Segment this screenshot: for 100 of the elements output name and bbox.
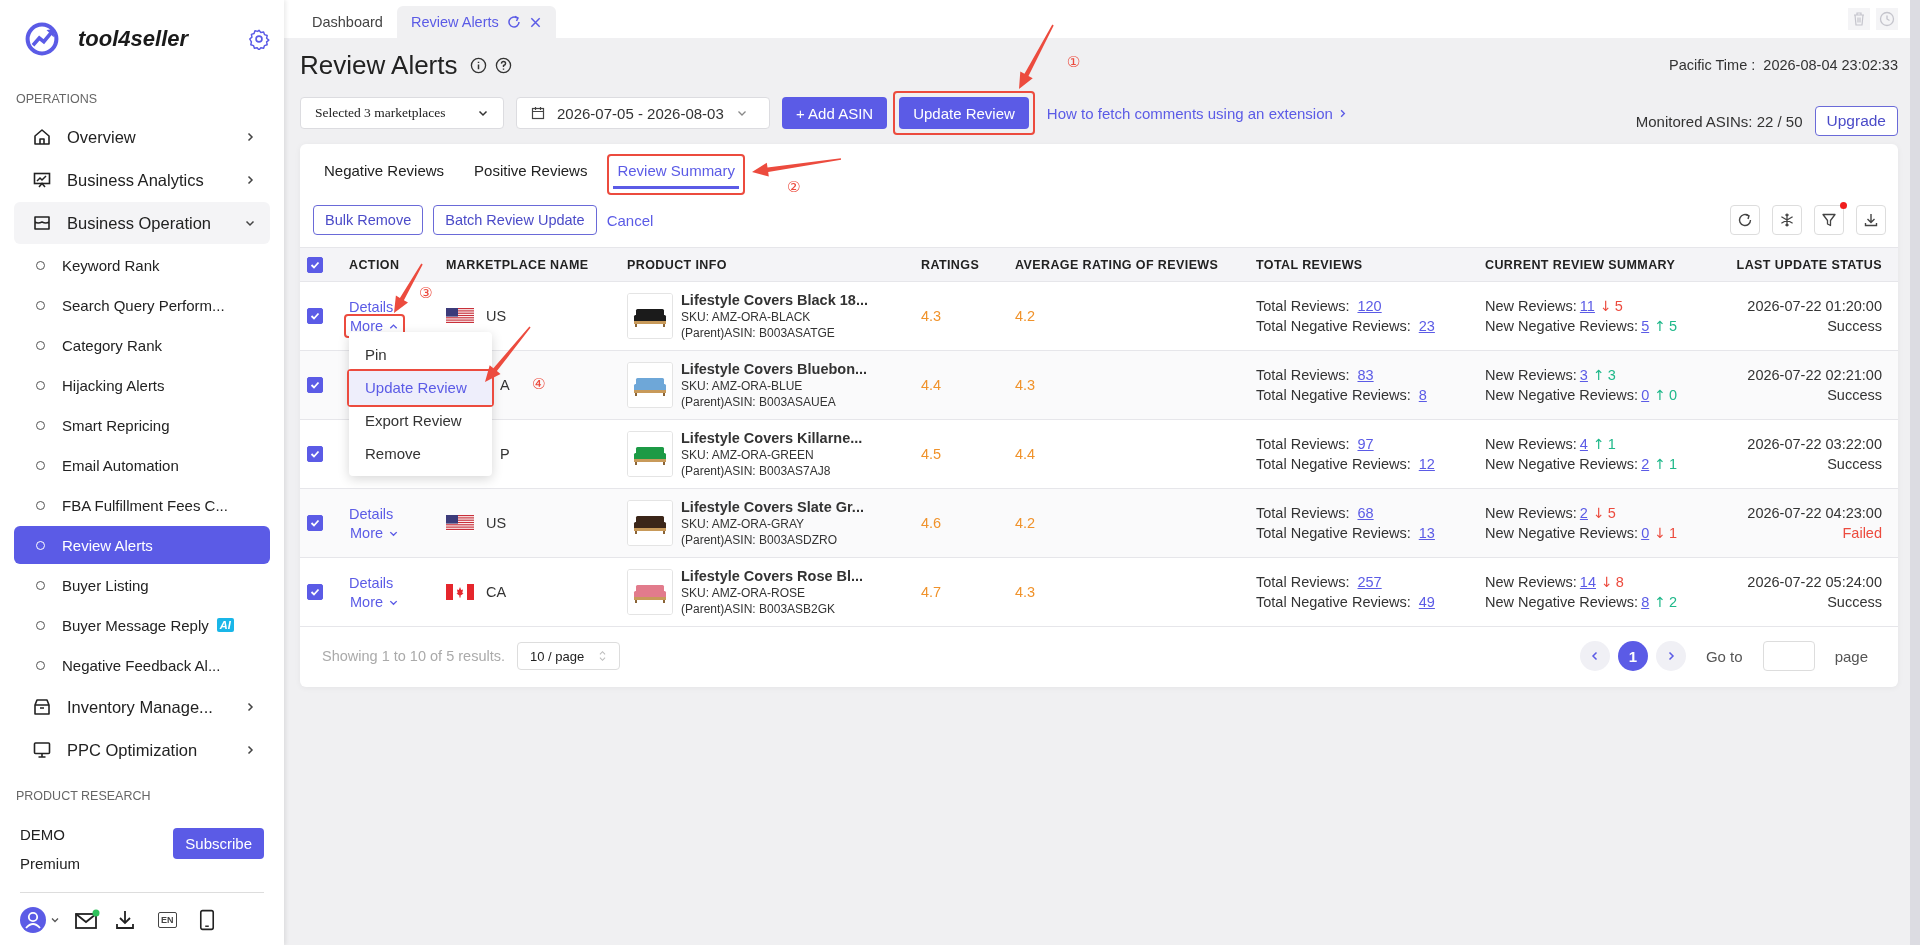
- nav-group[interactable]: Overview: [14, 116, 270, 158]
- column-header: AVERAGE RATING OF REVIEWS: [1015, 256, 1220, 274]
- bulk-action-button[interactable]: Bulk Remove: [313, 205, 424, 235]
- metric-link[interactable]: 13: [1418, 524, 1435, 542]
- update-time: 2026-07-22 03:22:00: [1747, 435, 1882, 453]
- menu-item[interactable]: Remove: [349, 436, 492, 471]
- subscribe-button[interactable]: Subscribe: [173, 828, 264, 859]
- select-all-checkbox[interactable]: [307, 256, 323, 273]
- product-name: Lifestyle Covers Bluebon...: [681, 360, 868, 377]
- mail-icon[interactable]: [74, 909, 100, 931]
- avatar-icon[interactable]: [20, 907, 46, 933]
- metric-label: Total Reviews:: [1256, 297, 1350, 315]
- nav-group[interactable]: Business Operation: [14, 202, 270, 244]
- marketplace-code: US: [486, 515, 507, 531]
- menu-item[interactable]: Export Review: [349, 403, 492, 438]
- phone-icon[interactable]: [198, 908, 215, 932]
- metric-link[interactable]: 8: [1418, 386, 1427, 404]
- metric-link[interactable]: 2: [1579, 504, 1588, 522]
- more-dropdown[interactable]: More: [350, 525, 400, 541]
- metric-link[interactable]: 257: [1357, 573, 1382, 591]
- more-dropdown[interactable]: More: [350, 318, 400, 334]
- nav-item[interactable]: Search Query Perform...: [14, 286, 270, 324]
- details-link[interactable]: Details: [349, 506, 394, 522]
- metric-link[interactable]: 14: [1579, 573, 1596, 591]
- details-link[interactable]: Details: [349, 575, 394, 591]
- upgrade-button[interactable]: Upgrade: [1814, 106, 1898, 136]
- marketplace-select[interactable]: Selected 3 marketplaces: [300, 97, 504, 129]
- bulk-action-button[interactable]: Batch Review Update: [433, 205, 597, 235]
- caret-icon[interactable]: [50, 915, 60, 925]
- product-sku: SKU: AMZ-ORA-BLACK: [681, 308, 812, 325]
- metric-link[interactable]: 8: [1641, 593, 1650, 611]
- metric-link[interactable]: 49: [1418, 593, 1435, 611]
- date-range-picker[interactable]: 2026-07-05 - 2026-08-03: [516, 97, 770, 129]
- menu-item[interactable]: Pin: [349, 337, 492, 372]
- refresh-icon[interactable]: [506, 15, 521, 29]
- metric-link[interactable]: 0: [1641, 524, 1650, 542]
- nav-group[interactable]: Inventory Manage...: [14, 686, 270, 728]
- info-icon[interactable]: [469, 56, 487, 74]
- change-value: 2: [1668, 593, 1677, 611]
- metric-link[interactable]: 2: [1641, 455, 1650, 473]
- metric-link[interactable]: 68: [1357, 504, 1374, 522]
- snowflake-icon: [1779, 212, 1795, 228]
- menu-item[interactable]: Update Review: [349, 370, 492, 405]
- download-icon[interactable]: [114, 909, 136, 931]
- details-link[interactable]: Details: [349, 299, 394, 315]
- metric-link[interactable]: 5: [1641, 317, 1650, 335]
- help-link[interactable]: How to fetch comments using an extension: [1046, 104, 1333, 122]
- help-icon[interactable]: [494, 56, 512, 74]
- metric-link[interactable]: 23: [1418, 317, 1435, 335]
- marketplace-code: US: [486, 308, 507, 324]
- row-checkbox[interactable]: [307, 584, 323, 600]
- metric-link[interactable]: 3: [1579, 366, 1588, 384]
- metric-link[interactable]: 0: [1641, 386, 1650, 404]
- view-tab[interactable]: Review Summary: [613, 160, 739, 189]
- page-button[interactable]: 1: [1617, 641, 1648, 671]
- freeze-button[interactable]: [1772, 205, 1802, 235]
- page-tab[interactable]: Review Alerts: [396, 6, 556, 38]
- filter-button[interactable]: [1814, 205, 1844, 235]
- row-checkbox[interactable]: [307, 377, 323, 393]
- row-checkbox[interactable]: [307, 308, 323, 324]
- column-header: TOTAL REVIEWS: [1256, 256, 1364, 274]
- page-tab[interactable]: Dashboard: [298, 6, 397, 38]
- view-tab[interactable]: Positive Reviews: [470, 160, 592, 189]
- metric-link[interactable]: 120: [1357, 297, 1382, 315]
- cancel-link[interactable]: Cancel: [606, 211, 654, 229]
- page-input-field[interactable]: [1762, 641, 1815, 671]
- page-size-select[interactable]: 10 / page: [517, 642, 621, 670]
- refresh-icon: [1737, 212, 1753, 228]
- row-checkbox[interactable]: [307, 515, 323, 531]
- settings-icon[interactable]: [248, 28, 270, 50]
- nav-item[interactable]: Smart Repricing: [14, 406, 270, 444]
- close-icon[interactable]: [528, 15, 542, 29]
- metric-link[interactable]: 97: [1357, 435, 1374, 453]
- metric-link[interactable]: 83: [1357, 366, 1374, 384]
- metric-link[interactable]: 4: [1579, 435, 1588, 453]
- nav-group[interactable]: PPC Optimization: [14, 729, 270, 771]
- rating-value: 4.4: [921, 376, 943, 395]
- nav-item[interactable]: FBA Fulfillment Fees C...: [14, 486, 270, 524]
- scrollbar[interactable]: [1910, 0, 1920, 945]
- nav-item[interactable]: Email Automation: [14, 446, 270, 484]
- nav-item[interactable]: Review Alerts: [14, 526, 270, 564]
- change-value: 1: [1668, 524, 1677, 542]
- language-button[interactable]: EN: [158, 912, 177, 928]
- view-tab[interactable]: Negative Reviews: [320, 160, 449, 189]
- refresh-button[interactable]: [1730, 205, 1760, 235]
- nav-item[interactable]: Keyword Rank: [14, 246, 270, 284]
- nav-item[interactable]: Buyer Listing: [14, 566, 270, 604]
- metric-link[interactable]: 12: [1418, 455, 1435, 473]
- more-dropdown[interactable]: More: [350, 594, 400, 610]
- nav-group[interactable]: Business Analytics: [14, 159, 270, 201]
- update-status: Success: [1827, 455, 1882, 473]
- row-checkbox[interactable]: [307, 446, 323, 462]
- nav-item[interactable]: Category Rank: [14, 326, 270, 364]
- nav-item[interactable]: Buyer Message Reply AI: [14, 606, 270, 644]
- metric-link[interactable]: 11: [1579, 297, 1595, 315]
- nav-item[interactable]: Negative Feedback Al...: [14, 646, 270, 684]
- nav-item[interactable]: Hijacking Alerts: [14, 366, 270, 404]
- add-asin-button[interactable]: + Add ASIN: [782, 97, 888, 129]
- update-review-button[interactable]: Update Review: [899, 97, 1029, 129]
- export-button[interactable]: [1856, 205, 1886, 235]
